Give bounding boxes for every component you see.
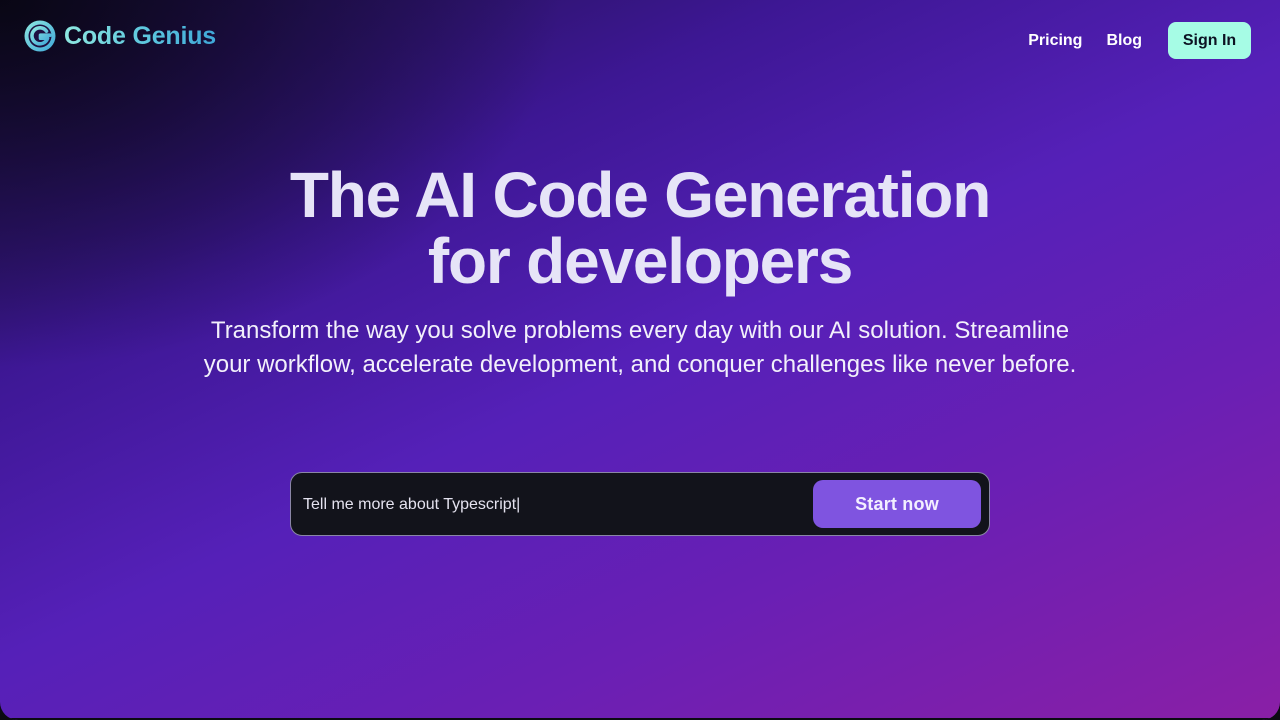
hero-subtitle: Transform the way you solve problems eve… bbox=[203, 317, 1077, 378]
prompt-box: Start now bbox=[290, 472, 990, 536]
start-now-button[interactable]: Start now bbox=[813, 480, 981, 528]
landing-page: Code Genius Pricing Blog Sign In The AI … bbox=[0, 0, 1280, 720]
sign-in-button[interactable]: Sign In bbox=[1168, 22, 1251, 59]
hero-title-line-1: The AI Code Generation bbox=[289, 159, 991, 231]
code-genius-logo-icon bbox=[24, 20, 56, 52]
nav-link-blog[interactable]: Blog bbox=[1106, 23, 1142, 59]
prompt-input[interactable] bbox=[303, 485, 803, 525]
brand-home-link[interactable]: Code Genius bbox=[24, 20, 216, 52]
nav-link-pricing[interactable]: Pricing bbox=[1028, 23, 1082, 59]
brand-name: Code Genius bbox=[64, 22, 216, 50]
hero-title: The AI Code Generation for developers bbox=[0, 162, 1280, 294]
main-nav: Pricing Blog Sign In bbox=[1028, 22, 1251, 59]
hero-title-line-2: for developers bbox=[427, 225, 853, 297]
site-header: Code Genius Pricing Blog Sign In bbox=[0, 0, 1280, 78]
